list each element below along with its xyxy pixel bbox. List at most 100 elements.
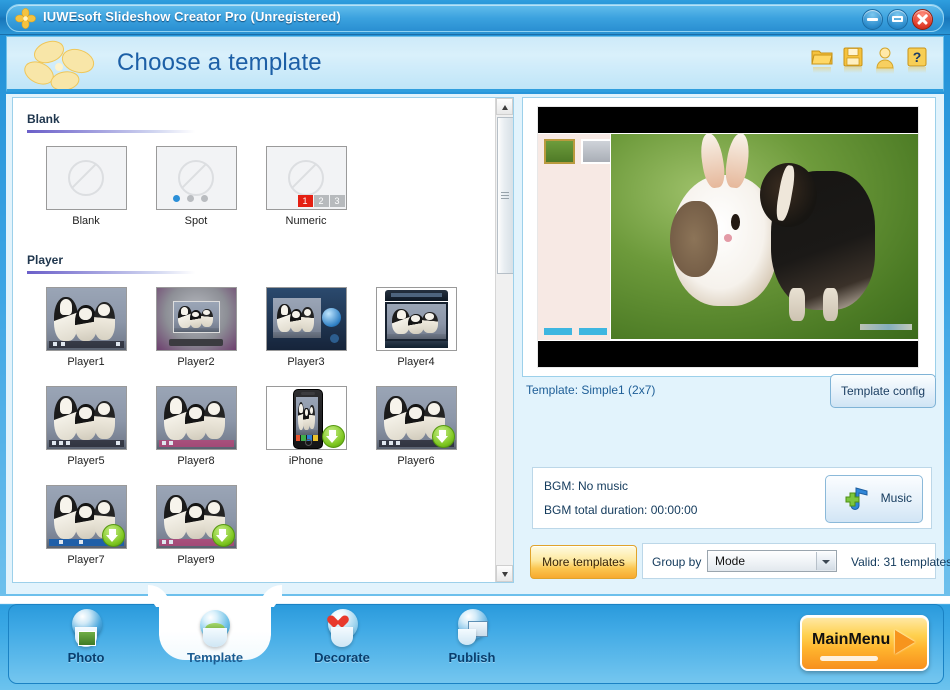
open-folder-icon[interactable] [811,47,833,73]
template-item-player4[interactable]: Player4 [361,287,471,368]
save-icon[interactable] [843,47,865,73]
stage-thumbnail-strip[interactable] [544,139,612,164]
template-label: Numeric [285,215,327,227]
puppies-photo [272,298,321,338]
template-thumbnail[interactable] [155,485,237,549]
application-window: IUWEsoft Slideshow Creator Pro (Unregist… [0,0,950,690]
download-badge-icon [321,425,345,448]
template-thumbnail[interactable] [45,287,127,351]
group-label: Blank [27,112,60,126]
nav-label: Publish [448,650,496,665]
close-button[interactable] [912,9,933,30]
template-label: Player1 [67,356,105,368]
help-icon[interactable]: ? [907,47,929,73]
template-item-player8[interactable]: Player8 [141,386,251,467]
valid-templates-count: Valid: 31 templates [851,555,950,569]
template-item-player2[interactable]: Player2 [141,287,251,368]
page-title: Choose a template [117,49,322,76]
template-item-numeric[interactable]: 1 2 3 Numeric [251,146,361,227]
group-header-player: Player [27,251,195,275]
stage-bottom-bars [544,328,607,335]
template-list-scrollbar[interactable] [495,98,513,582]
template-item-player6[interactable]: Player6 [361,386,471,467]
iphone-frame [292,389,323,449]
template-thumbnail[interactable] [45,386,127,450]
template-label: Player6 [397,455,435,467]
main-menu-button[interactable]: MainMenu [800,615,929,671]
bgm-box: BGM: No music BGM total duration: 00:00:… [532,467,932,529]
photo-mini-image [78,631,96,646]
maximize-button[interactable] [887,9,908,30]
scroll-up-button[interactable] [496,98,513,115]
template-scroll-area: Blank Blank Spot 1 2 3 Numeric Player Pl… [13,98,497,582]
bgm-duration: BGM total duration: 00:00:00 [544,503,698,517]
template-thumbnail[interactable] [45,485,127,549]
nav-tab-publish[interactable]: Publish [427,609,517,665]
puppies-photo [384,302,448,341]
template-item-spot[interactable]: Spot [141,146,251,227]
group-by-value: Mode [715,554,746,568]
template-item-iphone[interactable]: iPhone [251,386,361,467]
template-thumbnail[interactable] [375,287,457,351]
laptop-base [384,341,448,348]
title-bar-inner: IUWEsoft Slideshow Creator Pro (Unregist… [6,4,944,32]
player-controls-bar [48,440,124,447]
template-item-player7[interactable]: Player7 [31,485,141,566]
music-button-label: Music [880,491,912,505]
slideshow-stage[interactable] [537,106,919,368]
music-button[interactable]: Music [825,475,923,523]
template-item-player9[interactable]: Player9 [141,485,251,566]
nav-label: Photo [67,650,105,665]
no-image-icon [68,160,104,196]
template-item-player5[interactable]: Player5 [31,386,141,467]
group-by-bar: Group by Mode Valid: 31 templates [642,543,950,579]
window-buttons [862,9,933,30]
template-thumbnail[interactable] [375,386,457,450]
group-by-select[interactable]: Mode [707,550,837,572]
template-list-panel: Blank Blank Spot 1 2 3 Numeric Player Pl… [12,97,514,583]
nav-tab-photo[interactable]: Photo [41,609,131,665]
download-badge-icon [431,425,455,448]
user-icon[interactable] [875,47,897,74]
window-title: IUWEsoft Slideshow Creator Pro (Unregist… [43,9,341,24]
template-label: Blank [72,215,100,227]
stage-thumb-selected[interactable] [544,139,575,164]
template-thumbnail[interactable] [155,287,237,351]
laptop-slot [390,293,442,297]
template-config-button[interactable]: Template config [830,374,936,408]
template-row: Blank Spot 1 2 3 Numeric [31,146,497,227]
template-item-player3[interactable]: Player3 [251,287,361,368]
scrollbar-thumb[interactable] [497,117,513,274]
template-row: Player1 Player2 Player3 Player4 [31,287,497,368]
template-item-player1[interactable]: Player1 [31,287,141,368]
header-toolbar: ? [811,47,929,74]
template-thumbnail[interactable] [155,146,237,210]
device-buttons [168,339,223,346]
stage-thumb[interactable] [581,139,612,164]
template-label: iPhone [288,455,324,467]
preview-panel: Template: Simple1 (2x7) Template config … [522,97,950,583]
template-item-blank[interactable]: Blank [31,146,141,227]
more-templates-button[interactable]: More templates [530,545,637,579]
template-thumbnail[interactable]: 1 2 3 [265,146,347,210]
minimize-button[interactable] [862,9,883,30]
group-divider [27,130,195,133]
template-label: Player5 [67,455,105,467]
download-badge-icon [211,524,235,547]
group-by-label: Group by [652,555,702,569]
numeric-badge: 2 [313,195,329,207]
iphone-home-button [304,439,312,446]
chevron-down-icon[interactable] [816,552,835,570]
template-thumbnail[interactable] [265,287,347,351]
template-thumbnail[interactable] [265,386,347,450]
template-thumbnail[interactable] [45,146,127,210]
template-thumbnail[interactable] [155,386,237,450]
group-header-blank: Blank [27,110,195,134]
nav-tab-template[interactable]: Template [170,609,260,665]
nav-tab-decorate[interactable]: Decorate [297,609,387,665]
watermark [860,324,912,330]
template-label: Player8 [177,455,215,467]
numeric-badges: 1 2 3 [297,195,345,207]
scroll-down-button[interactable] [496,565,513,582]
group-divider [27,271,195,274]
